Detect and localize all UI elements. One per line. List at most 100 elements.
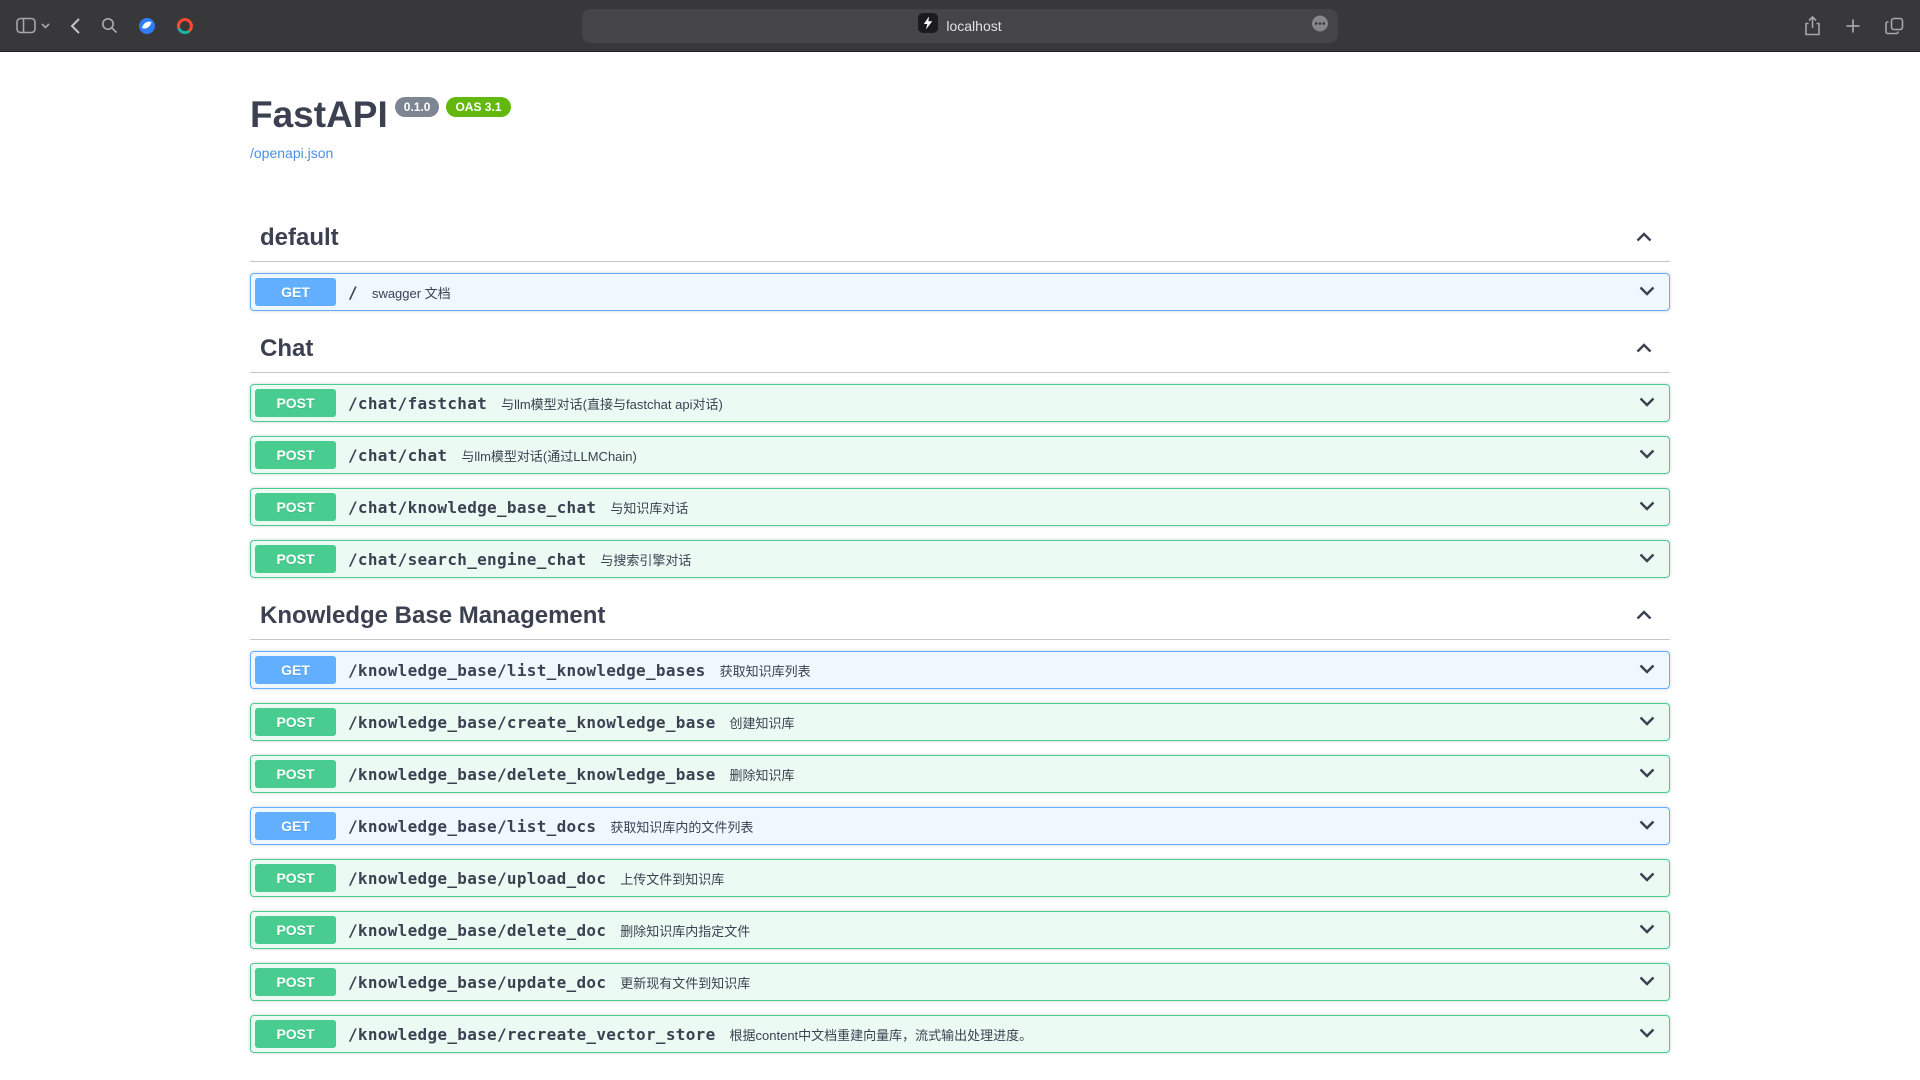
method-badge: POST — [255, 1020, 336, 1048]
endpoint-path: /chat/knowledge_base_chat — [336, 498, 608, 517]
expand-endpoint-icon[interactable] — [1639, 550, 1655, 568]
endpoint-row[interactable]: GET / swagger 文档 — [250, 273, 1670, 311]
browser-window: localhost — [0, 0, 1920, 1080]
method-badge: POST — [255, 389, 336, 417]
endpoint-summary[interactable]: POST /knowledge_base/upload_doc 上传文件到知识库 — [251, 860, 1669, 896]
endpoint-description: 与知识库对话 — [608, 498, 688, 517]
endpoint-summary[interactable]: GET /knowledge_base/list_knowledge_bases… — [251, 652, 1669, 688]
collapse-section-icon[interactable] — [1636, 340, 1652, 358]
method-badge: POST — [255, 916, 336, 944]
address-url: localhost — [946, 18, 1001, 34]
endpoint-path: /knowledge_base/delete_doc — [336, 921, 618, 940]
sidebar-icon[interactable] — [16, 17, 36, 34]
method-badge: POST — [255, 968, 336, 996]
method-badge: POST — [255, 708, 336, 736]
expand-endpoint-icon[interactable] — [1639, 973, 1655, 991]
openapi-spec-link[interactable]: /openapi.json — [250, 145, 333, 161]
expand-endpoint-icon[interactable] — [1639, 283, 1655, 301]
endpoint-summary[interactable]: POST /knowledge_base/update_doc 更新现有文件到知… — [251, 964, 1669, 1000]
section-title: default — [260, 223, 339, 253]
endpoint-row[interactable]: POST /knowledge_base/upload_doc 上传文件到知识库 — [250, 859, 1670, 897]
endpoint-row[interactable]: POST /chat/search_engine_chat 与搜索引擎对话 — [250, 540, 1670, 578]
section-endpoints: GET /knowledge_base/list_knowledge_bases… — [250, 640, 1670, 1053]
extension-blue-icon[interactable] — [138, 17, 156, 35]
endpoint-row[interactable]: POST /knowledge_base/delete_doc 删除知识库内指定… — [250, 911, 1670, 949]
expand-endpoint-icon[interactable] — [1639, 394, 1655, 412]
oas-badge: OAS 3.1 — [446, 97, 510, 117]
endpoint-summary[interactable]: POST /chat/knowledge_base_chat 与知识库对话 — [251, 489, 1669, 525]
new-tab-icon[interactable] — [1845, 18, 1861, 34]
site-favicon-icon — [918, 13, 938, 38]
method-badge: POST — [255, 441, 336, 469]
expand-endpoint-icon[interactable] — [1639, 713, 1655, 731]
expand-endpoint-icon[interactable] — [1639, 446, 1655, 464]
tab-overview-icon[interactable] — [1885, 17, 1904, 35]
endpoint-path: /knowledge_base/upload_doc — [336, 869, 618, 888]
endpoint-description: 删除知识库 — [728, 765, 795, 784]
expand-endpoint-icon[interactable] — [1639, 869, 1655, 887]
endpoint-row[interactable]: POST /chat/knowledge_base_chat 与知识库对话 — [250, 488, 1670, 526]
collapse-section-icon[interactable] — [1636, 229, 1652, 247]
endpoint-summary[interactable]: POST /chat/chat 与llm模型对话(通过LLMChain) — [251, 437, 1669, 473]
api-title-text: FastAPI — [250, 94, 388, 135]
method-badge: POST — [255, 545, 336, 573]
endpoint-description: 上传文件到知识库 — [618, 869, 724, 888]
expand-endpoint-icon[interactable] — [1639, 921, 1655, 939]
endpoint-description: 删除知识库内指定文件 — [618, 921, 750, 940]
endpoint-summary[interactable]: GET /knowledge_base/list_docs 获取知识库内的文件列… — [251, 808, 1669, 844]
endpoint-row[interactable]: POST /knowledge_base/delete_knowledge_ba… — [250, 755, 1670, 793]
endpoint-summary[interactable]: POST /chat/search_engine_chat 与搜索引擎对话 — [251, 541, 1669, 577]
endpoint-path: /knowledge_base/recreate_vector_store — [336, 1025, 728, 1044]
collapse-section-icon[interactable] — [1636, 607, 1652, 625]
endpoint-row[interactable]: POST /knowledge_base/create_knowledge_ba… — [250, 703, 1670, 741]
section-header[interactable]: default — [250, 215, 1670, 262]
endpoint-path: /knowledge_base/delete_knowledge_base — [336, 765, 728, 784]
api-section: Chat POST /chat/fastchat 与llm模型对话(直接与fas… — [250, 326, 1670, 578]
expand-endpoint-icon[interactable] — [1639, 498, 1655, 516]
endpoint-row[interactable]: POST /knowledge_base/update_doc 更新现有文件到知… — [250, 963, 1670, 1001]
expand-endpoint-icon[interactable] — [1639, 661, 1655, 679]
api-sections: default GET / swagger 文档 Chat — [250, 215, 1670, 1053]
endpoint-description: 创建知识库 — [728, 713, 795, 732]
back-icon[interactable] — [70, 17, 81, 35]
page-menu-icon[interactable] — [1311, 14, 1329, 37]
section-header[interactable]: Chat — [250, 326, 1670, 373]
api-section: Knowledge Base Management GET /knowledge… — [250, 593, 1670, 1053]
endpoint-row[interactable]: GET /knowledge_base/list_docs 获取知识库内的文件列… — [250, 807, 1670, 845]
endpoint-row[interactable]: POST /knowledge_base/recreate_vector_sto… — [250, 1015, 1670, 1053]
endpoint-summary[interactable]: POST /knowledge_base/delete_knowledge_ba… — [251, 756, 1669, 792]
endpoint-summary[interactable]: POST /knowledge_base/delete_doc 删除知识库内指定… — [251, 912, 1669, 948]
endpoint-path: /knowledge_base/create_knowledge_base — [336, 713, 728, 732]
endpoint-description: 获取知识库列表 — [718, 661, 811, 680]
endpoint-description: 根据content中文档重建向量库，流式输出处理进度。 — [728, 1025, 1033, 1044]
version-badge: 0.1.0 — [395, 97, 440, 117]
expand-endpoint-icon[interactable] — [1639, 765, 1655, 783]
method-badge: GET — [255, 812, 336, 840]
endpoint-path: /chat/fastchat — [336, 394, 499, 413]
endpoint-summary[interactable]: POST /knowledge_base/recreate_vector_sto… — [251, 1016, 1669, 1052]
api-section: default GET / swagger 文档 — [250, 215, 1670, 311]
search-icon[interactable] — [101, 17, 118, 34]
endpoint-row[interactable]: GET /knowledge_base/list_knowledge_bases… — [250, 651, 1670, 689]
endpoint-summary[interactable]: POST /knowledge_base/create_knowledge_ba… — [251, 704, 1669, 740]
section-header[interactable]: Knowledge Base Management — [250, 593, 1670, 640]
endpoint-path: /knowledge_base/list_knowledge_bases — [336, 661, 718, 680]
method-badge: POST — [255, 493, 336, 521]
endpoint-row[interactable]: POST /chat/chat 与llm模型对话(通过LLMChain) — [250, 436, 1670, 474]
expand-endpoint-icon[interactable] — [1639, 1025, 1655, 1043]
api-info: FastAPI 0.1.0 OAS 3.1 /openapi.json — [250, 94, 1670, 163]
expand-endpoint-icon[interactable] — [1639, 817, 1655, 835]
toolbar-right — [1804, 16, 1904, 36]
endpoint-description: swagger 文档 — [370, 283, 451, 302]
endpoint-summary[interactable]: POST /chat/fastchat 与llm模型对话(直接与fastchat… — [251, 385, 1669, 421]
share-icon[interactable] — [1804, 16, 1821, 36]
chevron-down-icon[interactable] — [41, 23, 50, 29]
endpoint-row[interactable]: POST /chat/fastchat 与llm模型对话(直接与fastchat… — [250, 384, 1670, 422]
browser-toolbar: localhost — [0, 0, 1920, 52]
address-bar[interactable]: localhost — [582, 9, 1338, 43]
endpoint-path: /knowledge_base/list_docs — [336, 817, 608, 836]
endpoint-summary[interactable]: GET / swagger 文档 — [251, 274, 1669, 310]
endpoint-path: / — [336, 283, 370, 302]
extension-orange-icon[interactable] — [176, 17, 194, 35]
endpoint-path: /chat/chat — [336, 446, 459, 465]
